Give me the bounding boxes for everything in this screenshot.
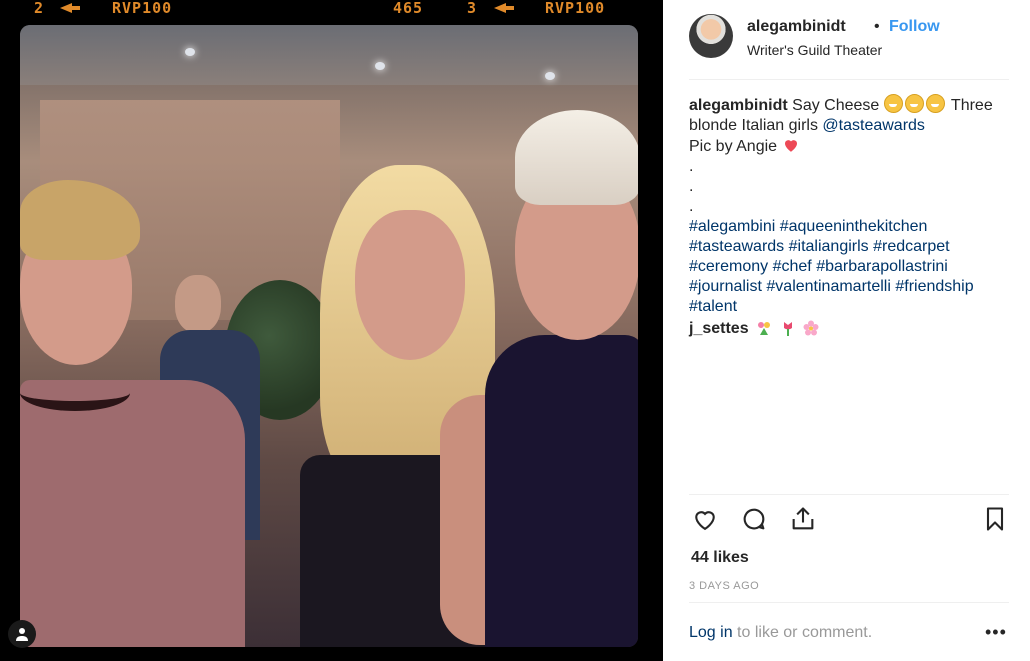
tulip-emoji-icon: [783, 322, 792, 336]
post-image[interactable]: [20, 25, 638, 647]
hashtag-link[interactable]: #alegambini: [689, 218, 775, 235]
bouquet-emoji-icon: [758, 322, 771, 335]
person-left: [20, 180, 250, 647]
mention-link[interactable]: @tasteawards: [822, 117, 925, 134]
login-prompt-text: to like or comment.: [732, 624, 873, 641]
caption-line-2: Pic by Angie: [689, 138, 778, 155]
share-icon[interactable]: [789, 505, 817, 533]
film-code-left: RVP100: [112, 0, 173, 17]
post-header: alegambinidt • Follow Writer's Guild The…: [689, 12, 1009, 62]
location-link[interactable]: Writer's Guild Theater: [747, 42, 882, 58]
film-arrow-icon: [494, 3, 514, 13]
hashtag-link[interactable]: #valentinamartelli: [766, 278, 891, 295]
grinning-emoji-icon: [883, 94, 903, 113]
divider: [689, 79, 1009, 80]
hashtag-link[interactable]: #journalist: [689, 278, 762, 295]
like-count[interactable]: 44 likes: [691, 549, 749, 567]
hashtag-link[interactable]: #italiangirls: [789, 238, 869, 255]
grinning-emoji-icon: [925, 94, 945, 113]
caption-dot: .: [689, 178, 694, 195]
login-prompt: Log in to like or comment.: [689, 624, 872, 642]
caption-dot: .: [689, 158, 694, 175]
person-right: [475, 110, 638, 647]
film-frame-left: 2: [34, 0, 45, 17]
more-options-button[interactable]: •••: [985, 622, 1007, 643]
ceiling-light: [545, 72, 555, 80]
avatar[interactable]: [689, 14, 733, 58]
film-arrow-icon: [60, 3, 80, 13]
hashtag-link[interactable]: #aqueeninthekitchen: [780, 218, 928, 235]
save-icon[interactable]: [981, 505, 1009, 533]
divider: [689, 494, 1009, 495]
ceiling-light: [375, 62, 385, 70]
post-caption: alegambinidt Say Cheese Three blonde Ita…: [689, 94, 1009, 317]
comment-row: j_settes: [689, 320, 1009, 338]
film-strip-top: 2 RVP100 465 3 RVP100: [0, 0, 663, 18]
cherry-blossom-emoji-icon: [803, 320, 819, 336]
hashtag-link[interactable]: #talent: [689, 298, 737, 315]
post-sidebar: alegambinidt • Follow Writer's Guild The…: [663, 0, 1030, 661]
hashtag-link[interactable]: #chef: [773, 258, 812, 275]
hashtag-link[interactable]: #barbarapollastrini: [816, 258, 948, 275]
post-photo-area: 2 RVP100 465 3 RVP100: [0, 0, 663, 661]
divider: [689, 602, 1009, 603]
separator-dot: •: [874, 18, 880, 35]
post-timestamp[interactable]: 3 DAYS AGO: [689, 580, 759, 592]
caption-author[interactable]: alegambinidt: [689, 97, 788, 114]
hashtag-link[interactable]: #friendship: [895, 278, 973, 295]
hashtag-link[interactable]: #tasteawards: [689, 238, 784, 255]
action-bar: [689, 505, 1009, 539]
caption-text: Say Cheese: [792, 97, 880, 114]
hashtag-link[interactable]: #ceremony: [689, 258, 768, 275]
comment-icon[interactable]: [740, 505, 768, 533]
film-frame-right: 3: [467, 0, 478, 17]
film-counter: 465: [393, 0, 424, 17]
login-link[interactable]: Log in: [689, 624, 733, 641]
author-username[interactable]: alegambinidt: [747, 18, 846, 36]
red-heart-icon: [784, 140, 797, 152]
user-tag-icon[interactable]: [8, 620, 36, 648]
caption-dot: .: [689, 198, 694, 215]
comment-author[interactable]: j_settes: [689, 320, 749, 337]
film-code-right: RVP100: [545, 0, 606, 17]
follow-button[interactable]: Follow: [889, 18, 940, 36]
hashtag-link[interactable]: #redcarpet: [873, 238, 950, 255]
ceiling-light: [185, 48, 195, 56]
like-icon[interactable]: [691, 505, 719, 533]
grinning-emoji-icon: [904, 94, 924, 113]
